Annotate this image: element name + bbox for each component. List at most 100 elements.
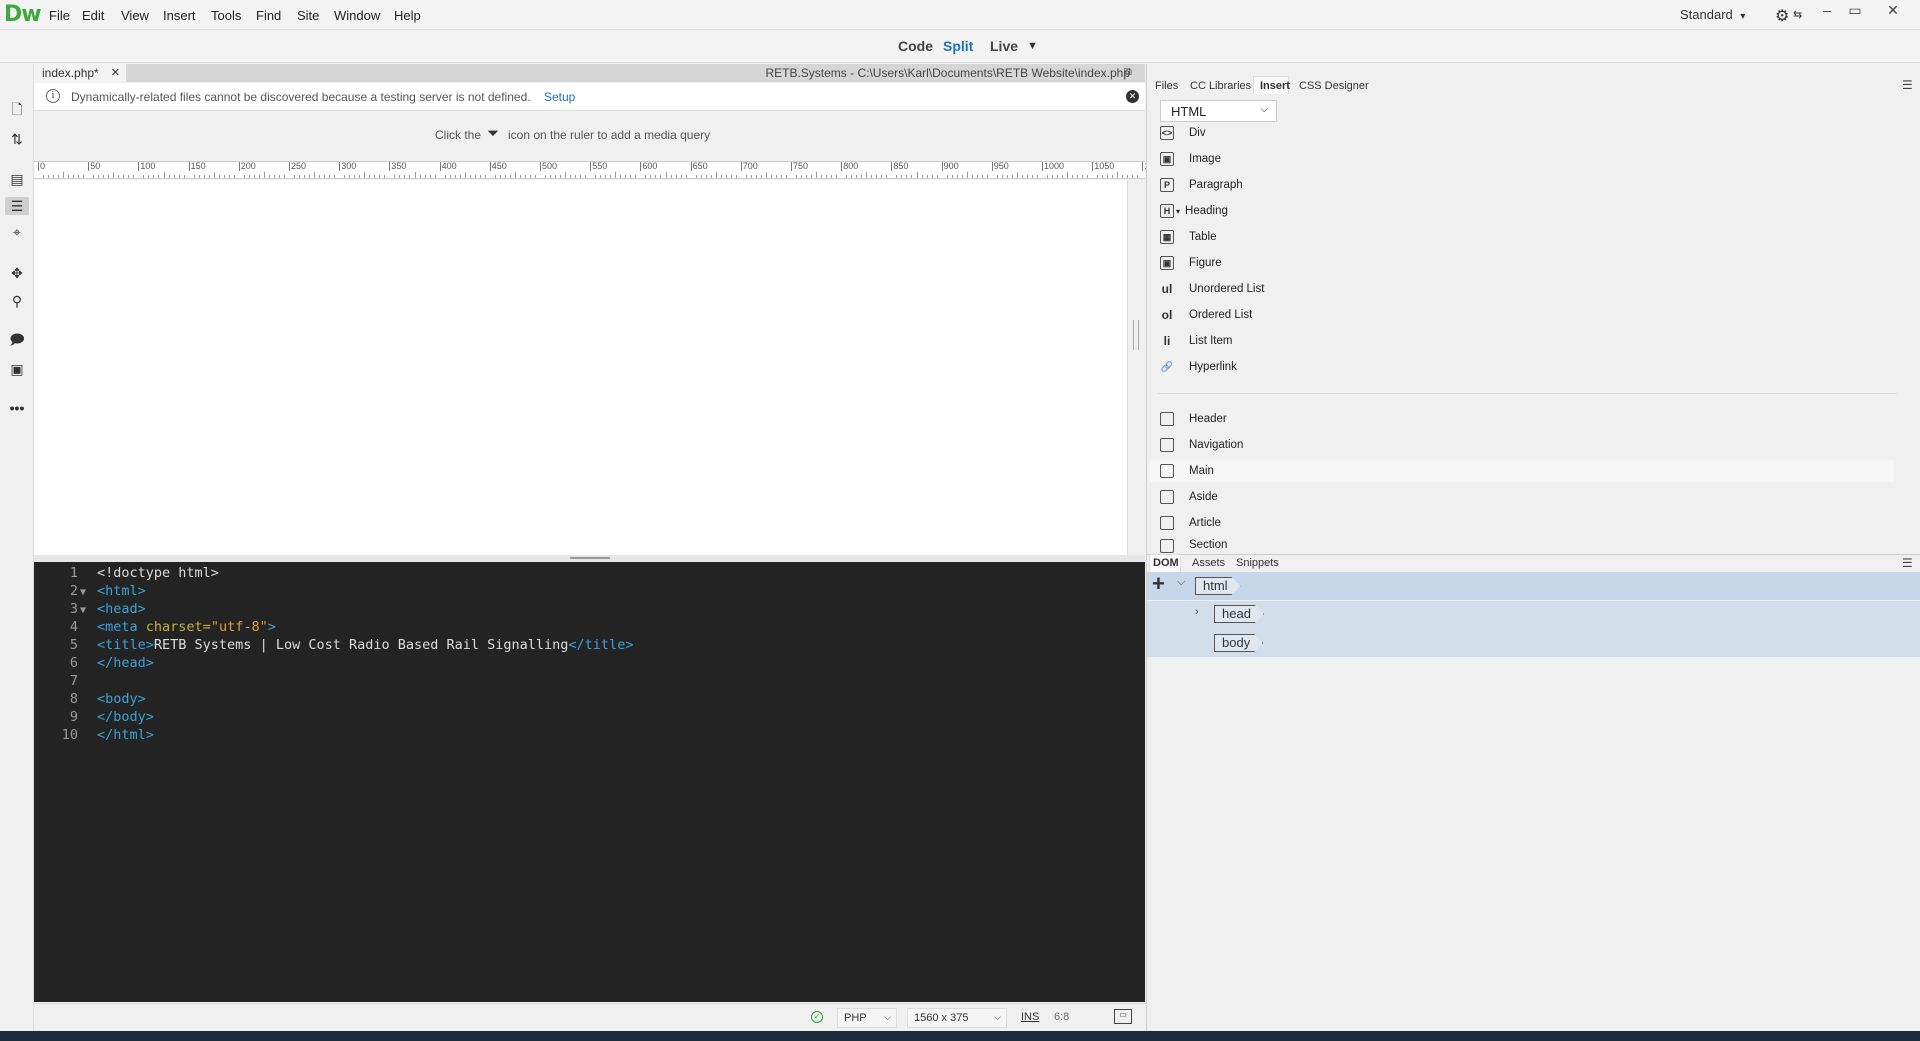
insert-item-main[interactable]: Main: [1160, 461, 1214, 481]
code-view-button[interactable]: Code: [898, 38, 933, 54]
indent-icon[interactable]: ⚲: [8, 292, 26, 310]
document-tab[interactable]: index.php* ✕: [34, 64, 126, 82]
close-button[interactable]: ✕: [1880, 2, 1906, 20]
panel-menu-icon[interactable]: ☰: [1902, 78, 1913, 92]
insert-item-ordered-list[interactable]: ol Ordered List: [1160, 305, 1253, 325]
fold-arrow-icon[interactable]: ▼: [80, 605, 86, 616]
menu-find[interactable]: Find: [256, 8, 281, 23]
insert-category-select[interactable]: HTML ⌵: [1160, 100, 1277, 122]
ruler-tick-label: 100: [140, 161, 156, 171]
insert-item-image[interactable]: ▣ Image: [1160, 149, 1221, 169]
media-query-bar: Click the ⏷ icon on the ruler to add a m…: [34, 112, 1145, 162]
sync-icon[interactable]: ⇆: [1793, 8, 1802, 21]
insert-item-aside[interactable]: Aside: [1160, 487, 1218, 507]
ruler-minor-tick: [414, 172, 416, 178]
tab-insert[interactable]: Insert: [1260, 80, 1290, 92]
code-line-4: <meta charset="utf-8">: [97, 619, 276, 635]
tab-cc-libraries[interactable]: CC Libraries: [1190, 80, 1251, 92]
insert-item-paragraph[interactable]: P Paragraph: [1160, 175, 1243, 195]
insert-item-heading[interactable]: H ▾ Heading: [1160, 201, 1228, 221]
comment-icon[interactable]: 🗩: [8, 331, 26, 350]
setup-link[interactable]: Setup: [544, 90, 575, 104]
more-options-icon[interactable]: •••: [8, 399, 26, 417]
gear-icon[interactable]: ⚙: [1775, 6, 1789, 26]
insert-item-div[interactable]: <> Div: [1160, 123, 1206, 143]
insert-category-value: HTML: [1171, 104, 1207, 119]
splitter-grip[interactable]: [570, 557, 610, 559]
insert-item-navigation[interactable]: Navigation: [1160, 435, 1243, 455]
insert-mode[interactable]: INS: [1021, 1011, 1039, 1023]
tab-files[interactable]: Files: [1155, 80, 1178, 92]
window-size-select[interactable]: 1560 x 375 ⌵: [907, 1008, 1007, 1028]
close-info-icon[interactable]: ✕: [1126, 90, 1139, 103]
restore-button[interactable]: ▭: [1842, 2, 1868, 20]
split-view-button[interactable]: Split: [943, 38, 973, 54]
insert-item-hyperlink[interactable]: 🔗 Hyperlink: [1160, 357, 1237, 377]
menu-window[interactable]: Window: [334, 8, 380, 23]
insert-item-header[interactable]: Header: [1160, 409, 1227, 429]
live-dropdown-icon[interactable]: ▼: [1027, 40, 1038, 52]
ruler-minor-tick: [1026, 175, 1028, 178]
workspace-switcher[interactable]: Standard ▾: [1680, 7, 1745, 22]
close-tab-icon[interactable]: ✕: [111, 66, 120, 79]
menu-view[interactable]: View: [121, 8, 149, 23]
insert-item-section[interactable]: Section: [1160, 539, 1227, 553]
menu-site[interactable]: Site: [297, 8, 319, 23]
dom-node-html[interactable]: html: [1195, 577, 1241, 595]
add-element-icon[interactable]: +: [1152, 573, 1165, 595]
insert-item-unordered-list[interactable]: ul Unordered List: [1160, 279, 1265, 299]
panel-menu-icon[interactable]: ☰: [1902, 556, 1913, 570]
insert-item-article[interactable]: Article: [1160, 513, 1221, 533]
tab-dom[interactable]: DOM: [1153, 557, 1179, 569]
tab-snippets[interactable]: Snippets: [1236, 557, 1279, 569]
format-source-icon[interactable]: ☰: [5, 197, 29, 215]
insert-item-label: Hyperlink: [1189, 361, 1237, 373]
ruler-minor-tick: [394, 175, 396, 178]
file-management-icon[interactable]: ⇅: [8, 130, 26, 148]
ruler-minor-tick: [976, 175, 978, 178]
insert-item-label: Article: [1189, 517, 1221, 529]
dom-row-head[interactable]: [1147, 601, 1920, 629]
menu-tools[interactable]: Tools: [211, 8, 241, 23]
split-divider[interactable]: [34, 555, 1145, 562]
chevron-down-icon[interactable]: ▾: [1176, 207, 1180, 216]
ruler[interactable]: 0 50 100 150 200 250 300 350 400 450 500 550 600 650 7…: [34, 161, 1154, 179]
ruler-minor-tick: [605, 175, 607, 178]
ruler-minor-tick: [434, 175, 436, 178]
expand-all-icon[interactable]: ✥: [8, 264, 26, 282]
live-code-icon[interactable]: ▤: [8, 170, 26, 188]
design-view[interactable]: [34, 180, 1127, 555]
open-document-icon[interactable]: 🗋: [8, 101, 26, 120]
tab-css-designer[interactable]: CSS Designer: [1299, 80, 1369, 92]
insert-item-list-item[interactable]: li List Item: [1160, 331, 1233, 351]
menu-edit[interactable]: Edit: [82, 8, 104, 23]
menu-file[interactable]: File: [49, 8, 70, 23]
scroll-handle[interactable]: [1133, 320, 1139, 350]
menu-help[interactable]: Help: [394, 8, 421, 23]
code-view[interactable]: 1 2 3 4 5 6 7 8 9 10 ▼ ▼ <!doctype html>…: [34, 562, 1145, 1002]
minimize-button[interactable]: –: [1814, 2, 1840, 20]
chevron-down-icon[interactable]: ⌵: [1177, 576, 1185, 589]
format-icon[interactable]: ▣: [8, 360, 26, 378]
ruler-minor-tick: [133, 175, 135, 178]
chevron-right-icon[interactable]: ›: [1195, 606, 1199, 618]
ruler-minor-tick: [851, 175, 853, 178]
dom-node-body[interactable]: body: [1214, 634, 1263, 652]
insert-item-table[interactable]: ▦ Table: [1160, 227, 1217, 247]
menu-insert[interactable]: Insert: [163, 8, 196, 23]
fold-arrow-icon[interactable]: ▼: [80, 587, 86, 598]
preview-icon[interactable]: ▭: [1114, 1009, 1132, 1024]
dom-node-head[interactable]: head: [1214, 605, 1264, 623]
tab-assets[interactable]: Assets: [1192, 557, 1225, 569]
valid-check-icon[interactable]: ✓: [811, 1011, 823, 1023]
ruler-minor-tick: [610, 175, 612, 178]
restore-document-icon[interactable]: ⧉: [1124, 66, 1132, 79]
dom-row-html[interactable]: [1147, 572, 1920, 600]
insert-item-figure[interactable]: ▣ Figure: [1160, 253, 1222, 273]
inspect-icon[interactable]: ⌖: [8, 223, 26, 241]
live-view-button[interactable]: Live: [990, 38, 1018, 54]
design-scrollbar[interactable]: [1127, 180, 1145, 555]
code-line-6: </head>: [97, 655, 154, 671]
document-type-select[interactable]: PHP ⌵: [837, 1008, 897, 1028]
chevron-down-icon: ⌵: [884, 1012, 891, 1022]
